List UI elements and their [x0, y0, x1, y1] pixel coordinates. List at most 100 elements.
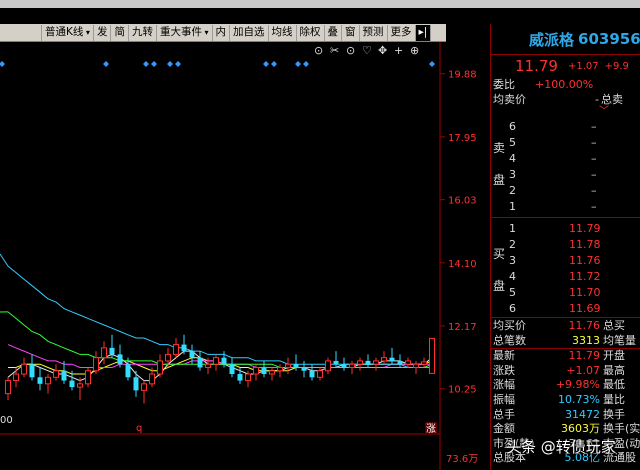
toolbar-button-9[interactable]: 叠	[325, 24, 343, 41]
sell-level-row: 2–	[491, 183, 640, 199]
stat-label: 金额	[493, 422, 515, 436]
toolbar-more-icon[interactable]: ▸|	[415, 24, 432, 41]
sell-level-row: 1–	[491, 199, 640, 215]
candle-body	[45, 376, 51, 385]
event-marker-icon	[303, 61, 309, 67]
stat-label-2: 换手(实	[603, 422, 640, 436]
buy-level-number: 3	[509, 254, 516, 267]
weibi-value: +100.00%	[535, 78, 594, 91]
event-marker-icon	[0, 61, 5, 67]
toolbar-button-4[interactable]: 重大事件	[157, 24, 213, 41]
buy-level-row: 2 11.78	[491, 237, 640, 253]
stock-name: 威派格	[529, 30, 575, 49]
candle-body	[205, 363, 211, 368]
toolbar-button-5[interactable]: 内	[213, 24, 231, 41]
sell-level-row: 5–	[491, 135, 640, 151]
toolbar-button-10[interactable]: 窗	[342, 24, 360, 41]
buy-level-price: 11.79	[569, 222, 601, 235]
candle-body	[301, 367, 307, 371]
marker-zhang: 涨	[426, 423, 436, 435]
buy-level-row: 4 11.72	[491, 269, 640, 285]
event-marker-icon	[271, 61, 277, 67]
sell-level-number: 6	[509, 120, 516, 133]
chart-tool-icon[interactable]: ⊕	[410, 44, 419, 57]
chart-tool-icon[interactable]: ✂	[330, 44, 339, 57]
book-divider	[491, 317, 640, 318]
buy-level-row: 5 11.70	[491, 285, 640, 301]
kline-chart[interactable]: 19.88 17.95 16.03 14.10 12.17 10.25 73.6万 00 q 涨 ⊙…	[0, 42, 490, 470]
toolbar-button-2[interactable]: 简	[111, 24, 129, 41]
candle-body	[125, 364, 131, 378]
ma-line-extension	[0, 253, 9, 267]
toolbar-button-7[interactable]: 均线	[269, 24, 297, 41]
candle-body	[173, 344, 179, 355]
last-price: 11.79	[515, 57, 558, 75]
chart-tool-icon[interactable]: ⊙	[314, 44, 323, 57]
collapse-row[interactable]: ﹀	[491, 104, 640, 119]
candle-body	[277, 366, 283, 372]
sell-level-price: –	[591, 136, 597, 149]
candle-body	[133, 377, 139, 391]
candle-body	[365, 360, 371, 365]
stat-row: 最新 11.79 开盘	[491, 349, 640, 364]
toolbar-button-0[interactable]: 普通K线	[42, 24, 94, 41]
toolbar-button-8[interactable]: 除权	[297, 24, 325, 41]
sell-level-price: –	[591, 168, 597, 181]
candle-body	[325, 360, 331, 372]
stat-label: 涨幅	[493, 378, 515, 392]
stock-header: 威派格 603956	[491, 24, 640, 54]
candle-body	[309, 370, 315, 378]
candle-body	[381, 357, 387, 362]
buy-level-price: 11.72	[569, 270, 601, 283]
candle-body	[429, 337, 435, 374]
toolbar-button-12[interactable]: 更多	[388, 24, 416, 41]
chart-tool-icon[interactable]: ⊙	[346, 44, 355, 57]
toolbar-button-3[interactable]: 九转	[129, 24, 157, 41]
stat-value: 11.76	[568, 319, 601, 332]
price-tick-label: 19.88	[448, 70, 477, 81]
candle-body	[357, 360, 363, 365]
candle-body	[53, 370, 59, 378]
quote-panel: 威派格 603956 11.79 +1.07 +9.9 委比 +100.00% …	[490, 24, 640, 470]
toolbar-spacer	[0, 24, 42, 41]
kline-svg[interactable]: 19.88 17.95 16.03 14.10 12.17 10.25 73.6万 00 q 涨 ⊙…	[0, 42, 490, 470]
left-edge-label: 00	[0, 415, 13, 426]
stat-value: 31472	[565, 407, 600, 421]
chart-toolbar: 普通K线发简九转重大事件内加自选均线除权叠窗预测更多▸|	[0, 24, 446, 42]
sell-level-number: 2	[509, 184, 516, 197]
candle-body	[189, 351, 195, 358]
candle-body	[77, 383, 83, 388]
candle-body	[117, 354, 123, 365]
sell-level-number: 4	[509, 152, 516, 165]
candle-body	[341, 364, 347, 368]
chart-tool-icon[interactable]: ✥	[378, 44, 387, 57]
watermark: 头条 @转债玩家	[506, 438, 616, 456]
stat-label: 均买价	[493, 319, 526, 332]
candle-body	[285, 363, 291, 368]
toolbar-button-11[interactable]: 预测	[360, 24, 388, 41]
event-marker-icon	[295, 61, 301, 67]
stat-label: 总手	[493, 407, 515, 421]
candle-body	[333, 360, 339, 365]
event-marker-icon	[429, 61, 435, 67]
stat-row: 涨幅 +9.98% 最低	[491, 378, 640, 393]
stat-label-2: 最低	[603, 378, 625, 392]
stat-label: 涨跌	[493, 363, 515, 377]
chart-tool-icon[interactable]: +	[394, 44, 403, 57]
buy-level-row: 6 11.69	[491, 301, 640, 317]
event-marker-icon	[175, 61, 181, 67]
stat-value: 3313	[572, 333, 600, 347]
sell-side-char-2: 盘	[493, 173, 506, 187]
candle-body	[5, 380, 11, 395]
ma-line-4	[7, 265, 432, 368]
toolbar-button-1[interactable]: 发	[94, 24, 112, 41]
chart-tool-icon[interactable]: ♡	[362, 44, 372, 57]
toolbar-button-6[interactable]: 加自选	[230, 24, 269, 41]
candle-body	[181, 344, 187, 352]
chevron-down-icon[interactable]: ﹀	[599, 104, 609, 119]
stat-value: +9.98%	[555, 378, 600, 392]
stat-label-2: 最高	[603, 363, 625, 377]
candle-body	[317, 370, 323, 378]
candle-body	[229, 364, 235, 375]
buy-level-row: 3 11.76	[491, 253, 640, 269]
